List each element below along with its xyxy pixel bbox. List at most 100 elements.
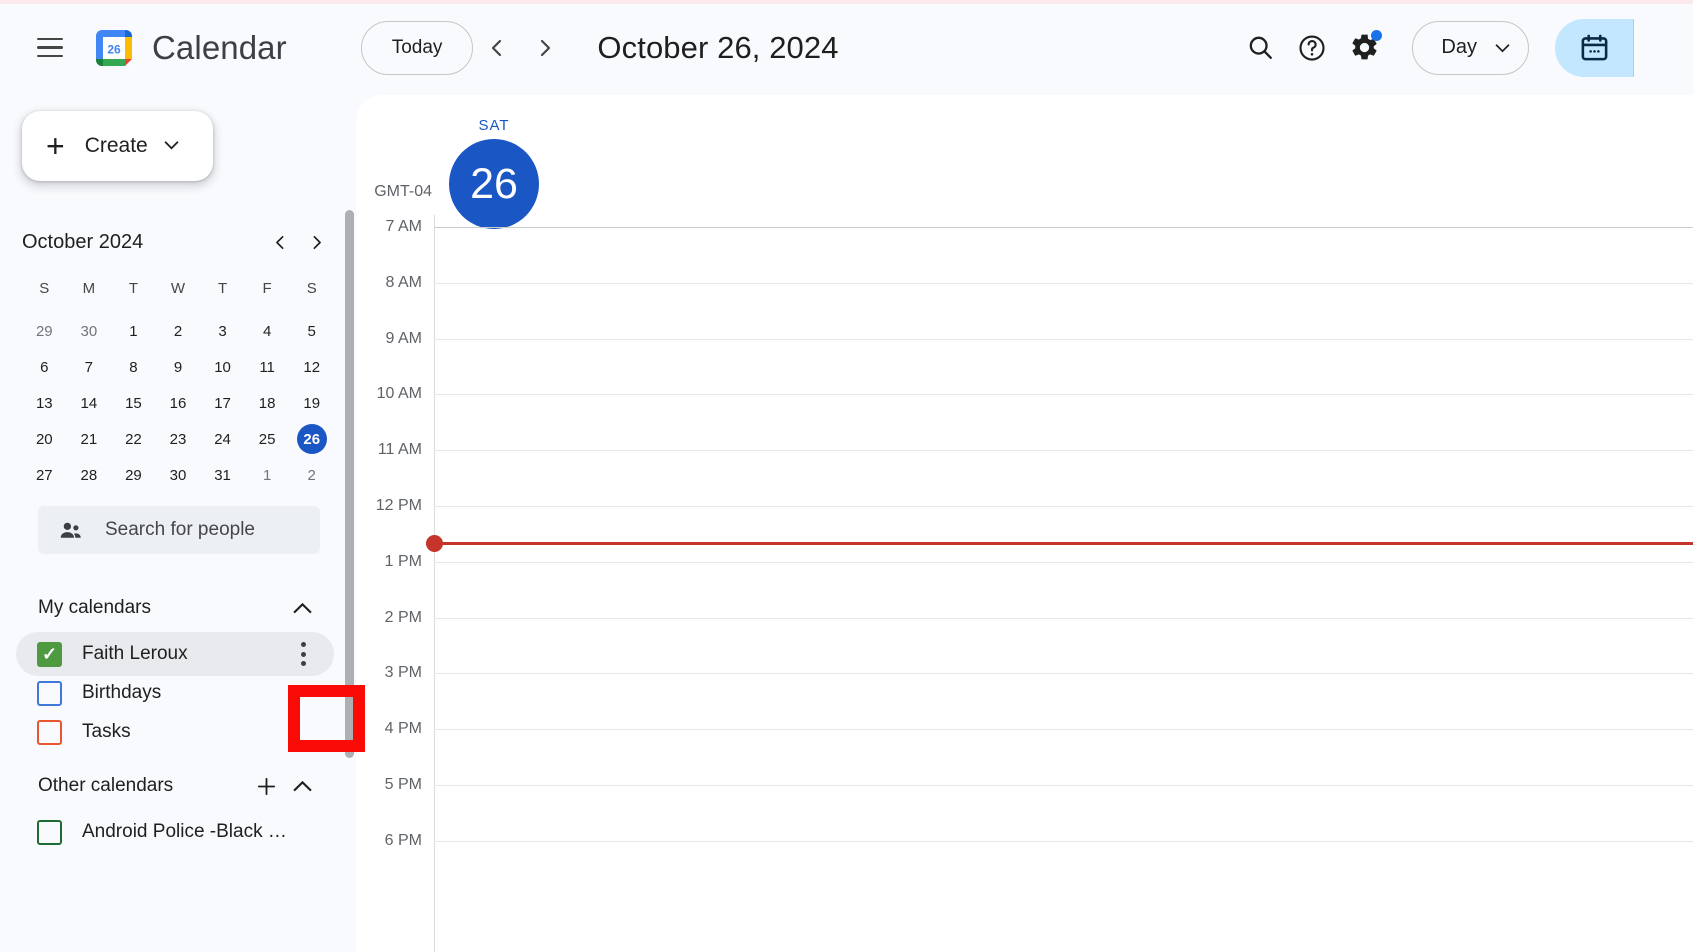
current-time-dot (426, 535, 443, 553)
other-calendars-header: Other calendars (38, 766, 320, 806)
mini-calendar-day[interactable]: 23 (156, 421, 201, 457)
hour-label: 3 PM (384, 664, 422, 682)
mini-calendar-day[interactable]: 15 (111, 385, 156, 421)
mini-calendar-day[interactable]: 4 (245, 313, 290, 349)
mini-calendar-day[interactable]: 13 (22, 385, 67, 421)
calendar-view-icon[interactable] (1555, 18, 1633, 77)
calendar-name-label: Birthdays (82, 682, 162, 703)
mini-calendar-day[interactable]: 20 (22, 421, 67, 457)
hour-label: 1 PM (384, 552, 422, 570)
my-calendar-item[interactable]: ✓ Faith Leroux (16, 632, 334, 676)
mini-calendar-day[interactable]: 30 (67, 313, 112, 349)
mini-calendar-day[interactable]: 19 (289, 385, 334, 421)
today-button[interactable]: Today (360, 20, 474, 75)
mini-calendar-day[interactable]: 10 (200, 349, 245, 385)
mini-calendar-day[interactable]: 12 (289, 349, 334, 385)
mini-calendar-day[interactable]: 18 (245, 385, 290, 421)
mini-calendar-day[interactable]: 29 (22, 313, 67, 349)
logo-day-number: 26 (107, 42, 121, 56)
mini-calendar-day[interactable]: 28 (67, 457, 112, 493)
list-view-icon[interactable] (1633, 18, 1693, 77)
people-icon (58, 518, 83, 543)
sidebar-scrollbar-thumb[interactable] (345, 210, 354, 758)
my-calendar-item[interactable]: Tasks (16, 710, 334, 754)
mini-calendar-day[interactable]: 27 (22, 457, 67, 493)
mini-calendar-day[interactable]: 16 (156, 385, 201, 421)
my-calendars-header: My calendars (38, 588, 320, 628)
help-circle-icon[interactable] (1286, 22, 1338, 74)
mini-calendar-day[interactable]: 1 (245, 457, 290, 493)
mini-calendar-day[interactable]: 17 (200, 385, 245, 421)
calendar-checkbox-unchecked[interactable] (37, 719, 62, 745)
mini-calendar-day[interactable]: 5 (289, 313, 334, 349)
mini-calendar-day[interactable]: 6 (22, 349, 67, 385)
hour-gridline (434, 729, 1693, 731)
mini-calendar-day[interactable]: 11 (245, 349, 290, 385)
hour-gridline (434, 282, 1693, 284)
search-for-people-input[interactable]: Search for people (38, 506, 320, 554)
hour-gridline (434, 227, 1693, 228)
mini-calendar-day[interactable]: 2 (289, 457, 334, 493)
mini-calendar-day[interactable]: 14 (67, 385, 112, 421)
current-date-title: October 26, 2024 (597, 29, 839, 65)
mini-calendar-day[interactable]: 22 (111, 421, 156, 457)
search-icon[interactable] (1234, 22, 1286, 74)
view-mode-select[interactable]: Day (1412, 20, 1529, 75)
mini-calendar-day[interactable]: 2 (156, 313, 201, 349)
chevron-up-icon[interactable] (284, 590, 320, 626)
mini-calendar-day[interactable]: 25 (245, 421, 290, 457)
more-vert-dot (300, 642, 306, 648)
mini-calendar-day[interactable]: 29 (111, 457, 156, 493)
hour-label: 4 PM (384, 720, 422, 738)
hamburger-menu-icon[interactable] (24, 22, 76, 74)
mini-calendar-prev-button[interactable] (262, 224, 298, 260)
create-button-label: Create (84, 134, 148, 157)
calendar-checkbox-checked[interactable]: ✓ (37, 641, 62, 667)
hour-label: 7 AM (385, 218, 422, 235)
mini-calendar-next-button[interactable] (298, 224, 334, 260)
next-day-button[interactable] (521, 24, 569, 72)
more-vert-icon[interactable] (281, 632, 325, 676)
calendar-name-label: Faith Leroux (82, 643, 188, 664)
mini-calendar-header: October 2024 (22, 221, 334, 263)
my-calendars-title: My calendars (38, 597, 151, 618)
gear-icon[interactable] (1338, 22, 1390, 74)
view-mode-label: Day (1441, 36, 1477, 58)
calendar-checkbox-unchecked[interactable] (37, 680, 62, 706)
chevron-down-icon (164, 137, 179, 155)
calendar-name-label: Tasks (82, 721, 131, 742)
chevron-down-icon (1495, 36, 1510, 59)
other-calendar-item[interactable]: Android Police -Black Frid... (16, 810, 334, 854)
calendar-checkbox-unchecked[interactable] (37, 819, 62, 845)
create-button[interactable]: + Create (22, 111, 213, 181)
mini-calendar-weekday: T (217, 279, 228, 297)
mini-calendar-day-selected[interactable]: 26 (289, 421, 334, 457)
previous-day-button[interactable] (473, 24, 521, 72)
calendar-name-label: Android Police -Black Frid... (82, 821, 292, 842)
mini-calendar-day[interactable]: 9 (156, 349, 201, 385)
my-calendar-item[interactable]: Birthdays (16, 671, 334, 715)
mini-calendar-day[interactable]: 21 (67, 421, 112, 457)
mini-calendar-day[interactable]: 24 (200, 421, 245, 457)
mini-calendar-day[interactable]: 1 (111, 313, 156, 349)
mini-calendar-day[interactable]: 31 (200, 457, 245, 493)
day-of-week-label: SAT (478, 117, 510, 134)
chevron-up-icon[interactable] (284, 768, 320, 804)
hour-label: 9 AM (385, 329, 422, 347)
hour-gridline (434, 617, 1693, 619)
hour-gridline (434, 785, 1693, 786)
top-app-bar: 26 Calendar Today October 26, 2024 Day (0, 0, 1693, 95)
mini-calendar-day[interactable]: 7 (67, 349, 112, 385)
hour-label: 8 AM (385, 273, 422, 291)
hour-gridline (434, 338, 1693, 340)
day-view-time-grid[interactable]: 7 AM 8 AM 9 AM 10 AM 11 AM 12 PM 1 PM 2 PM 3 PM 4… (356, 215, 1693, 952)
plus-icon[interactable] (248, 768, 284, 804)
mini-calendar-day-grid: 29 30 1 2 3 4 5 6 7 8 9 10 11 12 13 14 15 16 17 18 19 20 21 22 2… (22, 313, 334, 529)
mini-calendar-day[interactable]: 3 (200, 313, 245, 349)
window-top-edge (0, 0, 1693, 4)
mini-calendar-day[interactable]: 8 (111, 349, 156, 385)
view-layout-toggle-group[interactable] (1555, 18, 1693, 77)
hour-gridline (434, 394, 1693, 396)
timezone-label: GMT-04 (374, 183, 432, 200)
mini-calendar-day[interactable]: 30 (156, 457, 201, 493)
